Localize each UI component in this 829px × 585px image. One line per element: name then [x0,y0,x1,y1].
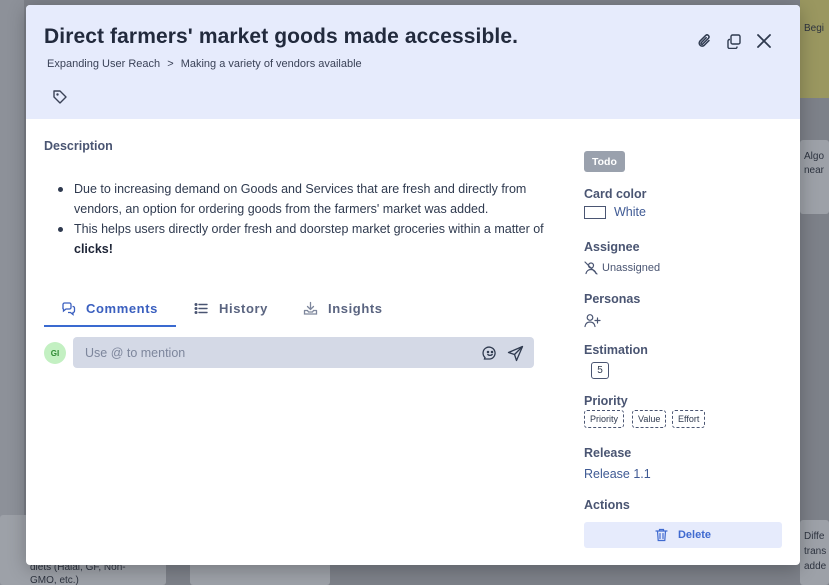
effort-chip[interactable]: Effort [672,410,706,428]
board-column [0,0,24,585]
breadcrumb-parent[interactable]: Expanding User Reach [47,58,160,70]
board-card-text: near [804,165,825,176]
estimation-label: Estimation [584,343,648,357]
card-title[interactable]: Direct farmers' market goods made access… [44,25,518,49]
priority-chip[interactable]: Priority [584,410,625,428]
tab-insights[interactable]: Insights [303,289,383,327]
description-body[interactable]: Due to increasing demand on Goods and Se… [56,179,556,259]
unassigned-user-icon [584,261,598,275]
active-tab-indicator [44,325,176,327]
card-color-value: White [614,205,646,219]
trash-icon [655,528,668,542]
actions-label: Actions [584,498,630,512]
delete-label: Delete [677,529,712,541]
description-bold-text: clicks! [74,242,113,256]
description-bullet-text: This helps users directly order fresh an… [74,222,544,236]
comment-box [73,337,534,368]
priority-label: Priority [584,394,628,408]
duplicate-icon[interactable] [724,31,744,51]
card-color-label: Card color [584,187,647,201]
comment-input[interactable] [85,343,465,363]
board-card-text: adde [804,561,827,572]
tab-history-label: History [219,300,268,316]
description-bullet: This helps users directly order fresh an… [56,219,556,259]
board-card-text: GMO, etc.) [30,575,79,585]
breadcrumb-separator: > [167,58,174,70]
comments-icon [61,301,76,316]
description-label: Description [44,139,113,153]
tab-comments-label: Comments [86,300,158,316]
card-detail-modal: Direct farmers' market goods made access… [26,5,800,565]
tag-icon[interactable] [52,89,70,107]
status-badge[interactable]: Todo [584,151,625,172]
add-persona-icon[interactable] [584,313,601,328]
tab-comments[interactable]: Comments [61,289,158,327]
personas-label: Personas [584,292,641,306]
avatar: GI [44,342,66,364]
release-value[interactable]: Release 1.1 [584,467,651,481]
breadcrumb-current[interactable]: Making a variety of vendors available [181,58,362,70]
close-icon[interactable] [754,31,774,51]
attachment-icon[interactable] [695,31,715,51]
board-card-text: Begi [804,23,825,34]
tab-history[interactable]: History [194,289,268,327]
description-bullet-text: Due to increasing demand on Goods and Se… [74,182,527,216]
tab-insights-label: Insights [328,300,383,316]
emoji-icon[interactable] [481,344,499,362]
modal-header: Direct farmers' market goods made access… [26,5,800,119]
color-swatch [584,205,606,219]
breadcrumb: Expanding User Reach > Making a variety … [47,58,366,70]
activity-tabs: Comments History Insights [44,289,556,327]
assignee-label: Assignee [584,240,640,254]
board-card-text: trans [804,546,827,557]
value-chip[interactable]: Value [632,410,667,428]
board-card-text: Diffe [804,531,825,542]
board-card-highlighted [800,0,829,98]
description-bullet: Due to increasing demand on Goods and Se… [56,179,556,219]
release-label: Release [584,446,632,460]
estimation-badge[interactable]: 5 [591,362,609,379]
delete-button[interactable]: Delete [584,522,782,548]
list-icon [194,301,209,316]
board-card-text: Algo [804,151,825,162]
download-tray-icon [303,301,318,316]
card-color-select[interactable]: White [584,205,646,219]
send-icon[interactable] [506,344,524,362]
assignee-value: Unassigned [602,262,661,274]
assignee-select[interactable]: Unassigned [584,261,660,275]
